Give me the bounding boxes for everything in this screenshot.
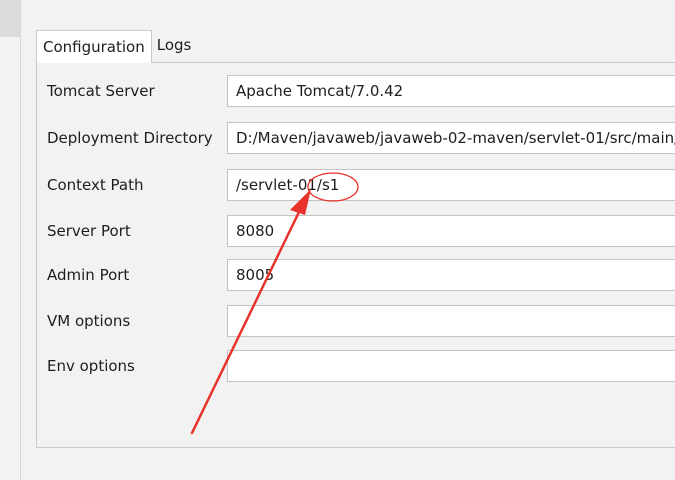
env-options-input[interactable] bbox=[227, 350, 675, 382]
tomcat-server-value: Apache Tomcat/7.0.42 bbox=[236, 82, 404, 100]
server-port-label: Server Port bbox=[47, 222, 131, 240]
context-path-input[interactable] bbox=[227, 169, 675, 201]
server-port-input[interactable] bbox=[227, 215, 675, 247]
tab-configuration[interactable]: Configuration bbox=[36, 30, 152, 63]
server-port-row: Server Port bbox=[37, 215, 675, 247]
left-side-panel-header bbox=[0, 0, 20, 37]
tab-logs[interactable]: Logs bbox=[152, 29, 197, 62]
admin-port-row: Admin Port bbox=[37, 259, 675, 291]
configuration-panel: Tomcat Server Apache Tomcat/7.0.42 Deplo… bbox=[36, 62, 675, 448]
vm-options-label: VM options bbox=[47, 312, 131, 330]
context-path-label: Context Path bbox=[47, 176, 144, 194]
admin-port-input[interactable] bbox=[227, 259, 675, 291]
run-configuration-window: Configuration Logs Tomcat Server Apache … bbox=[0, 0, 675, 480]
deployment-directory-label: Deployment Directory bbox=[47, 129, 213, 147]
env-options-label: Env options bbox=[47, 357, 135, 375]
context-path-row: Context Path bbox=[37, 169, 675, 201]
deployment-directory-field[interactable]: D:/Maven/javaweb/javaweb-02-maven/servle… bbox=[227, 122, 675, 154]
tab-bar: Configuration Logs bbox=[36, 28, 197, 63]
tomcat-server-select[interactable]: Apache Tomcat/7.0.42 bbox=[227, 75, 675, 107]
left-side-panel bbox=[0, 0, 21, 480]
tomcat-server-row: Tomcat Server Apache Tomcat/7.0.42 bbox=[37, 75, 675, 107]
admin-port-label: Admin Port bbox=[47, 266, 130, 284]
deployment-directory-row: Deployment Directory D:/Maven/javaweb/ja… bbox=[37, 122, 675, 154]
vm-options-input[interactable] bbox=[227, 305, 675, 337]
tomcat-server-label: Tomcat Server bbox=[47, 82, 155, 100]
env-options-row: Env options bbox=[37, 350, 675, 382]
vm-options-row: VM options bbox=[37, 305, 675, 337]
